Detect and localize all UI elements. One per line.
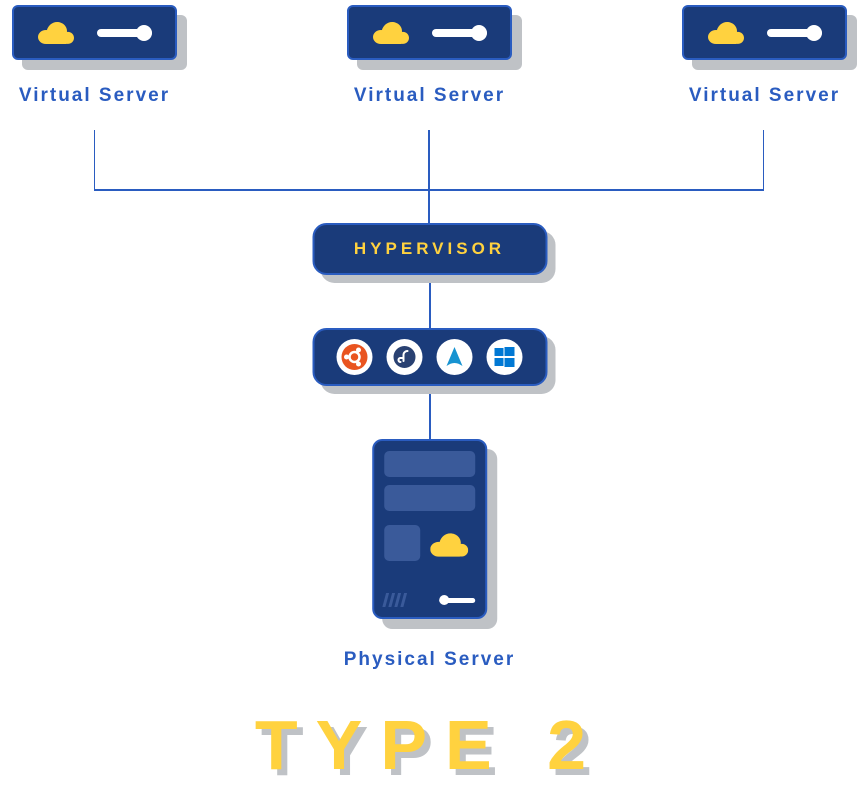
cloud-icon: [38, 22, 74, 44]
connector-bracket: [94, 130, 764, 225]
virtual-server-2: Virtual Server: [347, 5, 512, 107]
virtual-server-box: [12, 5, 177, 60]
virtual-servers-row: Virtual Server Virtual Server Virtual Se…: [0, 5, 859, 107]
cloud-icon: [430, 533, 468, 557]
physical-server: Physical Server: [344, 439, 516, 671]
virtual-server-label: Virtual Server: [354, 85, 505, 107]
virtual-server-1: Virtual Server: [12, 5, 177, 107]
server-tower: [372, 439, 487, 619]
fedora-icon: [387, 339, 423, 375]
virtual-server-label: Virtual Server: [19, 85, 170, 107]
vent-icon: [384, 593, 405, 607]
virtual-server-label: Virtual Server: [689, 85, 840, 107]
hypervisor: HYPERVISOR: [312, 223, 547, 275]
ubuntu-icon: [337, 339, 373, 375]
connector-line: [429, 394, 431, 439]
panel-square: [384, 525, 420, 561]
windows-icon: [487, 339, 523, 375]
virtual-server-box: [682, 5, 847, 60]
drive-bay: [384, 451, 475, 477]
connector-line: [429, 283, 431, 328]
virtual-server-box: [347, 5, 512, 60]
switch-icon: [97, 26, 152, 40]
switch-icon: [439, 595, 475, 605]
switch-icon: [767, 26, 822, 40]
switch-icon: [432, 26, 487, 40]
arch-icon: [437, 339, 473, 375]
physical-server-label: Physical Server: [344, 649, 516, 671]
cloud-icon: [373, 22, 409, 44]
drive-bay: [384, 485, 475, 511]
hypervisor-label: HYPERVISOR: [354, 239, 505, 259]
cloud-icon: [708, 22, 744, 44]
virtual-server-3: Virtual Server: [682, 5, 847, 107]
os-layer: [312, 328, 547, 386]
diagram-title: TYPE 2 TYPE 2: [255, 705, 604, 785]
